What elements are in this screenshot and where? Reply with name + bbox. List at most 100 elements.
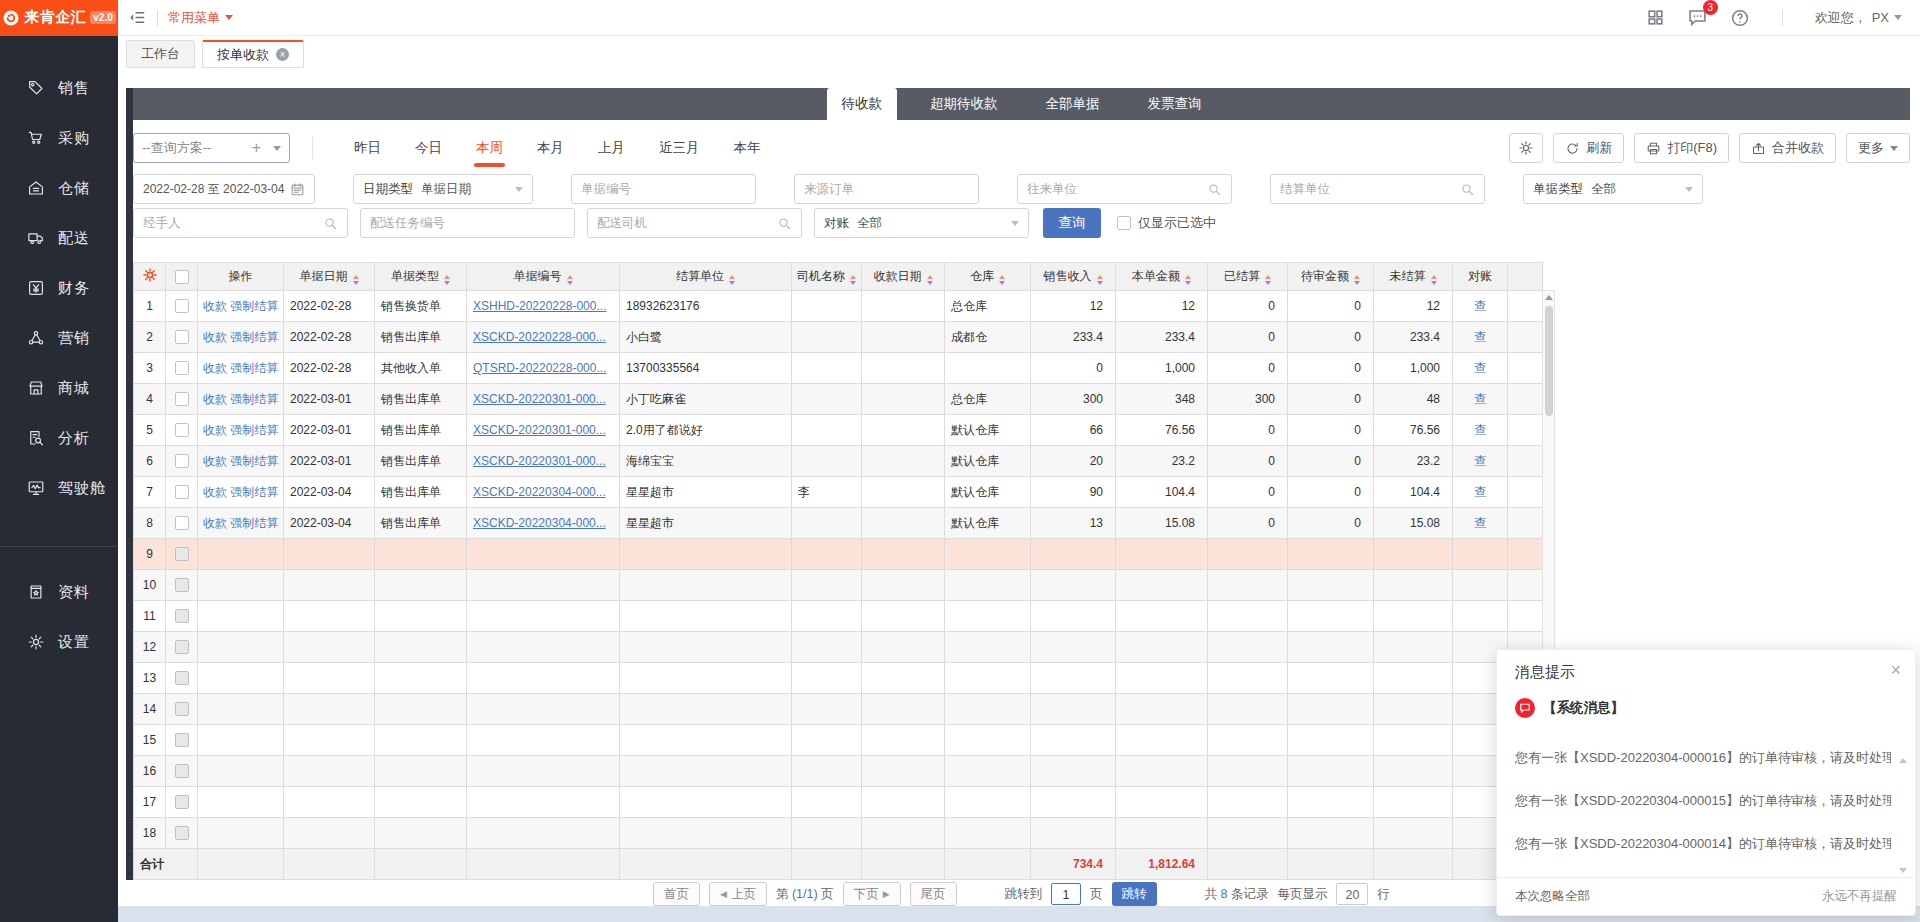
sidebar-item-tag[interactable]: 销售 (0, 63, 118, 113)
sidebar-item-analysis[interactable]: 分析 (0, 413, 118, 463)
reconciliation-select[interactable]: 对账 全部 (814, 208, 1029, 238)
select-all-checkbox[interactable] (175, 270, 189, 284)
scroll-down-icon[interactable] (1899, 868, 1907, 873)
messages-icon[interactable]: 3 (1687, 7, 1708, 28)
sidebar-item-cart[interactable]: 采购 (0, 113, 118, 163)
receive-payment-link[interactable]: 收款 (203, 330, 227, 344)
sort-icon[interactable] (850, 275, 856, 285)
date-range-input[interactable]: 2022-02-28 至 2022-03-04 (133, 174, 315, 204)
sort-icon[interactable] (1097, 275, 1103, 285)
close-icon[interactable]: × (1890, 660, 1901, 681)
receive-payment-link[interactable]: 收款 (203, 361, 227, 375)
row-checkbox[interactable] (175, 392, 189, 406)
sort-icon[interactable] (1185, 275, 1191, 285)
search-icon[interactable] (1460, 182, 1475, 197)
doc-number-link[interactable]: XSCKD-20220301-000... (473, 423, 606, 437)
quick-menu-button[interactable]: 常用菜单 (168, 9, 233, 27)
sidebar-item-mall[interactable]: 商城 (0, 363, 118, 413)
view-tab-0[interactable]: 待收款 (827, 88, 898, 120)
query-plan-select[interactable]: --查询方案-- + (133, 133, 290, 163)
scroll-up-icon[interactable] (1543, 291, 1554, 304)
calendar-icon[interactable] (290, 182, 305, 197)
only-selected-checkbox[interactable]: 仅显示已选中 (1117, 214, 1216, 232)
more-button[interactable]: 更多 (1846, 133, 1910, 163)
settings-button[interactable] (1509, 133, 1543, 163)
receive-payment-link[interactable]: 收款 (203, 392, 227, 406)
checkbox[interactable] (1117, 216, 1131, 230)
scrollbar-thumb[interactable] (1545, 306, 1553, 416)
sidebar-item-truck[interactable]: 配送 (0, 213, 118, 263)
delivery-task-input[interactable]: 配送任务编号 (360, 208, 575, 238)
sort-icon[interactable] (1265, 275, 1271, 285)
force-settle-link[interactable]: 强制结算 (230, 330, 278, 344)
popup-message[interactable]: 您有一张【XSDD-20220304-000015】的订单待审核，请及时处理 (1515, 779, 1891, 822)
sort-icon[interactable] (353, 275, 359, 285)
collapse-menu-icon[interactable] (128, 8, 147, 27)
sidebar-item-warehouse[interactable]: 仓储 (0, 163, 118, 213)
table-row[interactable]: 2 收款 强制结算 2022-02-28 销售出库单 XSCKD-2022022… (134, 322, 1543, 353)
table-row[interactable]: 1 收款 强制结算 2022-02-28 销售换货单 XSHHD-2022022… (134, 291, 1543, 322)
receive-payment-link[interactable]: 收款 (203, 299, 227, 313)
reconcile-check-link[interactable]: 查 (1474, 299, 1486, 313)
force-settle-link[interactable]: 强制结算 (230, 299, 278, 313)
force-settle-link[interactable]: 强制结算 (230, 423, 278, 437)
date-shortcut[interactable]: 本年 (732, 135, 763, 161)
toolbar-button[interactable]: 刷新 (1553, 133, 1624, 163)
never-remind-link[interactable]: 永远不再提醒 (1822, 888, 1897, 905)
popup-message[interactable]: 您有一张【XSDD-20220304-000016】的订单待审核，请及时处理 (1515, 736, 1891, 779)
apps-grid-icon[interactable] (1646, 8, 1665, 27)
column-settings-gear-icon[interactable] (142, 267, 158, 283)
reconcile-check-link[interactable]: 查 (1474, 485, 1486, 499)
date-shortcut[interactable]: 上月 (596, 135, 627, 161)
reconcile-check-link[interactable]: 查 (1474, 392, 1486, 406)
search-icon[interactable] (1207, 182, 1222, 197)
settlement-unit-input[interactable]: 结算单位 (1270, 174, 1485, 204)
doc-type-select[interactable]: 单据类型 全部 (1523, 174, 1703, 204)
sidebar-item-settings-gear[interactable]: 设置 (0, 617, 118, 667)
search-button[interactable]: 查询 (1043, 208, 1101, 238)
first-page-button[interactable]: 首页 (653, 882, 700, 906)
close-tab-icon[interactable]: × (276, 48, 289, 61)
table-row[interactable]: 5 收款 强制结算 2022-03-01 销售出库单 XSCKD-2022030… (134, 415, 1543, 446)
user-menu[interactable]: 欢迎您， PX (1815, 9, 1902, 27)
doc-number-link[interactable]: XSCKD-20220301-000... (473, 392, 606, 406)
date-shortcut[interactable]: 本周 (474, 135, 505, 161)
sidebar-item-finance[interactable]: 财务 (0, 263, 118, 313)
table-row[interactable]: 6 收款 强制结算 2022-03-01 销售出库单 XSCKD-2022030… (134, 446, 1543, 477)
row-checkbox[interactable] (175, 299, 189, 313)
force-settle-link[interactable]: 强制结算 (230, 454, 278, 468)
popup-message[interactable]: 您有一张【XSDD-20220304-000014】的订单待审核，请及时处理 (1515, 822, 1891, 865)
prev-page-button[interactable]: ◀上页 (709, 882, 767, 906)
window-tab[interactable]: 按单收款 × (202, 40, 304, 68)
jump-button[interactable]: 跳转 (1112, 882, 1157, 906)
view-tab-3[interactable]: 发票查询 (1133, 88, 1217, 120)
reconcile-check-link[interactable]: 查 (1474, 454, 1486, 468)
sort-icon[interactable] (1354, 275, 1360, 285)
force-settle-link[interactable]: 强制结算 (230, 516, 278, 530)
row-checkbox[interactable] (175, 361, 189, 375)
receive-payment-link[interactable]: 收款 (203, 516, 227, 530)
sidebar-item-data-book[interactable]: 资料 (0, 567, 118, 617)
search-icon[interactable] (777, 216, 792, 231)
jump-page-input[interactable]: 1 (1051, 883, 1081, 905)
window-tab[interactable]: 工作台 (126, 40, 195, 68)
column-header[interactable] (134, 263, 166, 291)
row-checkbox[interactable] (175, 423, 189, 437)
sort-icon[interactable] (729, 275, 735, 285)
plus-icon[interactable]: + (252, 139, 261, 157)
ignore-all-link[interactable]: 本次忽略全部 (1515, 888, 1590, 905)
doc-number-link[interactable]: XSCKD-20220304-000... (473, 516, 606, 530)
sidebar-item-dashboard[interactable]: 驾驶舱 (0, 463, 118, 513)
sort-icon[interactable] (567, 275, 573, 285)
delivery-driver-input[interactable]: 配送司机 (587, 208, 802, 238)
reconcile-check-link[interactable]: 查 (1474, 330, 1486, 344)
view-tab-2[interactable]: 全部单据 (1031, 88, 1115, 120)
view-tab-1[interactable]: 超期待收款 (915, 88, 1013, 120)
force-settle-link[interactable]: 强制结算 (230, 361, 278, 375)
doc-number-link[interactable]: QTSRD-20220228-000... (473, 361, 606, 375)
toolbar-button[interactable]: 合并收款 (1739, 133, 1836, 163)
sort-icon[interactable] (444, 275, 450, 285)
reconcile-check-link[interactable]: 查 (1474, 361, 1486, 375)
toolbar-button[interactable]: 打印(F8) (1634, 133, 1729, 163)
date-type-select[interactable]: 日期类型 单据日期 (353, 174, 533, 204)
